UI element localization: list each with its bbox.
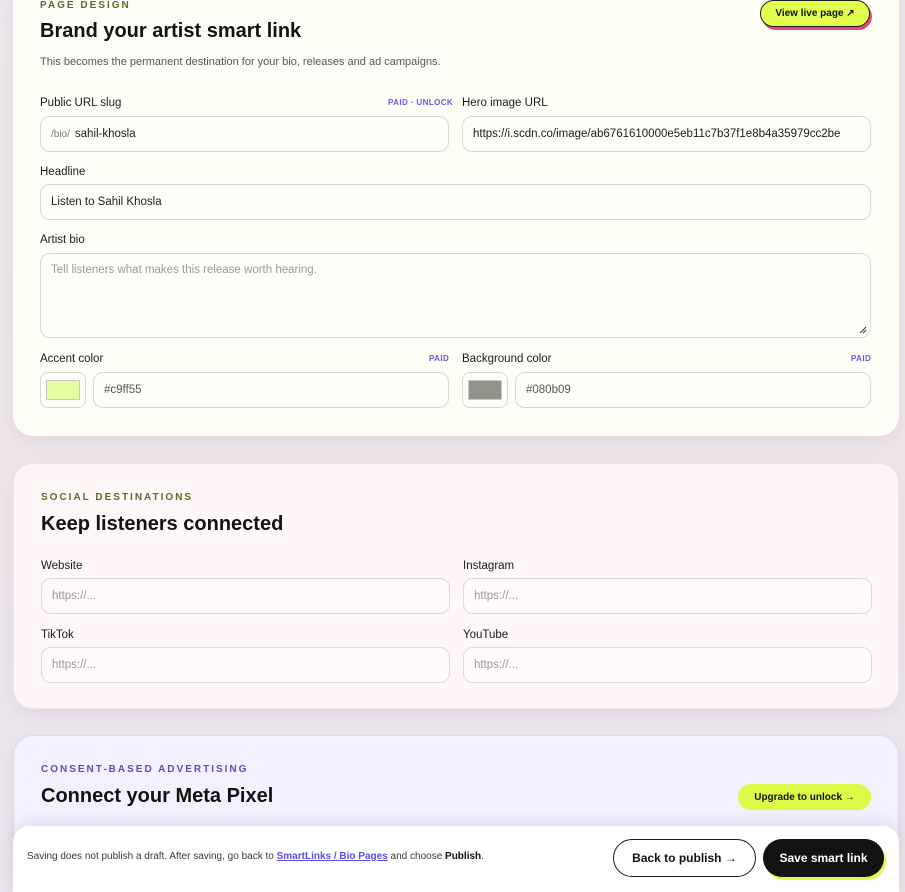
accent-color-swatch — [46, 380, 80, 400]
view-live-page-button[interactable]: View live page ↗ — [760, 0, 870, 27]
headline-value: Listen to Sahil Khosla — [51, 196, 162, 208]
instagram-placeholder: https://... — [474, 590, 519, 602]
instagram-input[interactable]: https://... — [463, 578, 872, 614]
website-placeholder: https://... — [52, 590, 97, 602]
accent-paid-badge: PAID — [429, 354, 450, 363]
artist-bio-placeholder: Tell listeners what makes this release w… — [51, 264, 317, 276]
background-color-label: Background color — [462, 353, 552, 365]
youtube-label: YouTube — [463, 629, 509, 641]
back-to-publish-button[interactable]: Back to publish → — [613, 839, 756, 877]
slug-value: sahil-khosla — [74, 128, 136, 140]
section-title: Keep listeners connected — [41, 513, 284, 535]
accent-color-input[interactable]: #c9ff55 — [93, 372, 449, 408]
youtube-input[interactable]: https://... — [463, 647, 872, 683]
artist-bio-label: Artist bio — [40, 234, 85, 246]
page-design-card: PAGE DESIGN Brand your artist smart link… — [13, 0, 899, 436]
background-color-value: #080b09 — [526, 384, 571, 396]
instagram-label: Instagram — [463, 560, 515, 572]
section-eyebrow: PAGE DESIGN — [40, 0, 131, 11]
background-color-input[interactable]: #080b09 — [515, 372, 871, 408]
background-color-picker[interactable] — [462, 372, 508, 408]
artist-bio-textarea[interactable]: Tell listeners what makes this release w… — [40, 253, 871, 338]
footer-note-end: . — [481, 851, 484, 862]
save-footer-bar: Saving does not publish a draft. After s… — [13, 826, 899, 892]
section-title: Connect your Meta Pixel — [41, 785, 274, 807]
footer-note-text: Saving does not publish a draft. After s… — [27, 851, 277, 862]
accent-color-picker[interactable] — [40, 372, 86, 408]
slug-label: Public URL slug — [40, 97, 122, 109]
section-eyebrow: SOCIAL DESTINATIONS — [41, 492, 194, 503]
accent-color-label: Accent color — [40, 353, 104, 365]
tiktok-input[interactable]: https://... — [41, 647, 450, 683]
paid-unlock-badge[interactable]: PAID · UNLOCK — [388, 98, 453, 107]
section-eyebrow: CONSENT-BASED ADVERTISING — [41, 764, 249, 775]
headline-label: Headline — [40, 166, 86, 178]
website-label: Website — [41, 560, 83, 572]
website-input[interactable]: https://... — [41, 578, 450, 614]
background-paid-badge: PAID — [851, 354, 872, 363]
footer-note-publish: Publish — [445, 851, 482, 862]
social-destinations-card: SOCIAL DESTINATIONS Keep listeners conne… — [13, 463, 899, 709]
headline-input[interactable]: Listen to Sahil Khosla — [40, 184, 871, 220]
save-smart-link-button[interactable]: Save smart link — [763, 839, 884, 877]
section-subtitle: This becomes the permanent destination f… — [40, 56, 441, 68]
youtube-placeholder: https://... — [474, 659, 519, 671]
resize-handle-icon[interactable] — [859, 326, 867, 334]
slug-input[interactable]: /bio/ sahil-khosla — [40, 116, 449, 152]
tiktok-label: TikTok — [41, 629, 74, 641]
background-color-swatch — [468, 380, 502, 400]
hero-image-label: Hero image URL — [462, 97, 548, 109]
slug-prefix: /bio/ — [51, 128, 70, 140]
hero-image-url-input[interactable]: https://i.scdn.co/image/ab6761610000e5eb… — [462, 116, 871, 152]
accent-color-value: #c9ff55 — [104, 384, 142, 396]
smartlinks-bio-pages-link[interactable]: SmartLinks / Bio Pages — [277, 851, 388, 862]
section-title: Brand your artist smart link — [40, 20, 302, 42]
footer-note-middle: and choose — [387, 851, 446, 862]
tiktok-placeholder: https://... — [52, 659, 97, 671]
hero-image-url-value: https://i.scdn.co/image/ab6761610000e5eb… — [473, 128, 841, 140]
upgrade-to-unlock-button[interactable]: Upgrade to unlock → — [738, 784, 871, 810]
footer-note: Saving does not publish a draft. After s… — [27, 851, 484, 862]
